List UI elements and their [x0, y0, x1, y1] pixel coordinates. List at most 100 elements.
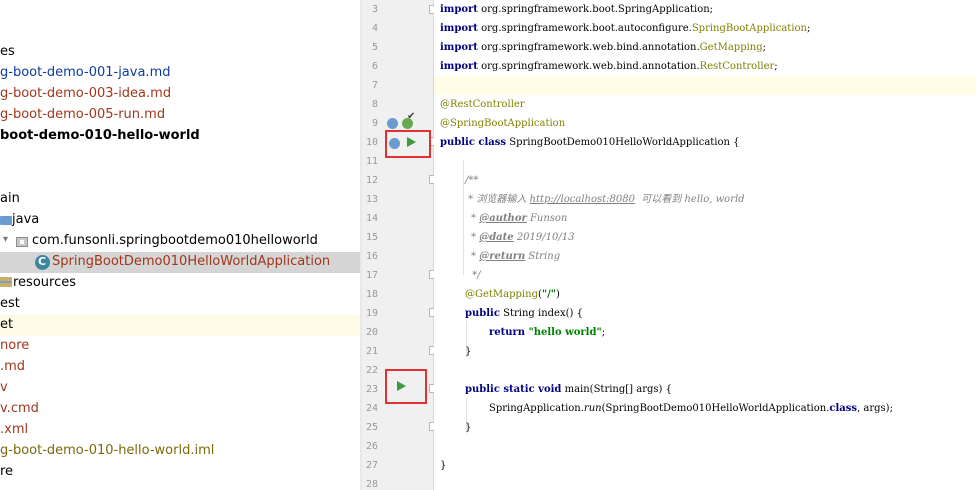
javadoc-line: * @date 2019/10/13	[471, 228, 574, 247]
javadoc-star: *	[471, 251, 480, 262]
class-declaration: public class SpringBootDemo010HelloWorld…	[440, 133, 740, 152]
line-number: 27	[365, 460, 378, 471]
tree-item-external[interactable]: re	[0, 462, 360, 483]
line-number: 9	[371, 118, 378, 129]
string-literal: "/"	[541, 289, 556, 300]
keyword: class	[829, 403, 858, 414]
tree-item[interactable]: g-boot-demo-005-run.md	[0, 105, 360, 126]
tree-item-class-selected[interactable]: SpringBootDemo010HelloWorldApplication	[0, 252, 360, 273]
line-number: 6	[371, 61, 378, 72]
tree-item-module[interactable]: boot-demo-010-hello-world	[0, 126, 360, 147]
line-number: 8	[371, 99, 378, 110]
tree-item-label: SpringBootDemo010HelloWorldApplication	[52, 254, 331, 269]
indent-guide	[463, 160, 464, 275]
line-number: 28	[365, 479, 378, 490]
line-number: 13	[365, 194, 378, 205]
code-text: org.springframework.boot.autoconfigure.	[477, 23, 692, 34]
tree-item-label: g-boot-demo-010-hello-world.iml	[0, 443, 215, 458]
code-text: , args);	[857, 403, 893, 414]
javadoc-text: String	[525, 251, 561, 262]
tree-item-label: g-boot-demo-003-idea.md	[0, 86, 172, 101]
tree-item-label: java	[12, 212, 40, 227]
annotation-ref: RestController	[699, 61, 775, 72]
annotation-ref: SpringBootApplication	[691, 23, 807, 34]
code-text: (SpringBootDemo010HelloWorldApplication.	[601, 403, 830, 414]
spring-bean-icon[interactable]	[387, 118, 398, 129]
highlight-box-class-run	[385, 130, 431, 158]
tree-item-label: g-boot-demo-001-java.md	[0, 65, 171, 80]
annotation-line: @SpringBootApplication	[440, 118, 566, 129]
tree-item-target[interactable]: et	[0, 315, 360, 336]
tree-item-main[interactable]: ain	[0, 189, 360, 210]
tree-item-label: v	[0, 380, 8, 395]
line-number: 20	[365, 327, 378, 338]
line-number: 16	[365, 251, 378, 262]
tree-item-pom[interactable]: .xml	[0, 420, 360, 441]
tree-item-label: et	[0, 317, 14, 332]
keyword: import	[440, 42, 478, 53]
tree-item[interactable]: es	[0, 42, 360, 63]
javadoc-text: * 浏览器输入	[465, 194, 530, 205]
line-number: 26	[365, 441, 378, 452]
class-icon	[35, 255, 50, 270]
line-number: 3	[371, 4, 378, 15]
tree-item-test[interactable]: est	[0, 294, 360, 315]
code-text: org.springframework.web.bind.annotation.	[477, 42, 700, 53]
keyword: public static void	[465, 384, 562, 395]
keyword: import	[440, 4, 478, 15]
tree-item-iml[interactable]: g-boot-demo-010-hello-world.iml	[0, 441, 360, 462]
line-number: 11	[365, 156, 378, 167]
tree-item-label: boot-demo-010-hello-world	[0, 128, 200, 143]
tree-item-mvnw[interactable]: v	[0, 378, 360, 399]
project-tree: es g-boot-demo-001-java.md g-boot-demo-0…	[0, 0, 360, 490]
line-number: 5	[371, 42, 378, 53]
code-line: import org.springframework.boot.autoconf…	[440, 19, 810, 38]
chevron-down-icon[interactable]: ▾	[3, 234, 8, 245]
code-text: ;	[762, 42, 767, 53]
tree-item-gitignore[interactable]: nore	[0, 336, 360, 357]
code-brace: }	[465, 422, 472, 433]
javadoc-link[interactable]: http://localhost:8080	[530, 194, 635, 205]
javadoc-tag: @return	[479, 251, 526, 262]
code-line: import org.springframework.boot.SpringAp…	[440, 0, 713, 19]
current-line-highlight	[434, 76, 976, 95]
keyword: import	[440, 61, 478, 72]
tree-item-label: .md	[0, 359, 26, 374]
line-number: 7	[371, 80, 378, 91]
annotation-line: @RestController	[440, 99, 525, 110]
tree-item-label: com.funsonli.springbootdemo010helloworld	[32, 233, 318, 248]
run-statement: SpringApplication.run(SpringBootDemo010H…	[489, 399, 893, 418]
editor-gutter	[362, 0, 434, 490]
code-line: import org.springframework.web.bind.anno…	[440, 38, 766, 57]
tree-item-label: v.cmd	[0, 401, 39, 416]
tree-item[interactable]: g-boot-demo-001-java.md	[0, 63, 360, 84]
tree-item-resources[interactable]: resources	[0, 273, 360, 294]
tree-item-package[interactable]: ▾ com.funsonli.springbootdemo010hellowor…	[0, 231, 360, 252]
javadoc-tag: @author	[479, 213, 527, 224]
line-number: 22	[365, 365, 378, 376]
code-text: SpringBootDemo010HelloWorldApplication {	[506, 137, 740, 148]
line-number: 21	[365, 346, 378, 357]
tree-item-label: nore	[0, 338, 30, 353]
main-method-declaration: public static void main(String[] args) {	[465, 380, 672, 399]
tree-item-label: re	[0, 464, 14, 479]
code-line: import org.springframework.web.bind.anno…	[440, 57, 778, 76]
javadoc-tag: @date	[479, 232, 514, 243]
tree-item-readme[interactable]: .md	[0, 357, 360, 378]
code-text: org.springframework.web.bind.annotation.	[477, 61, 700, 72]
line-number: 24	[365, 403, 378, 414]
code-text: org.springframework.boot.SpringApplicati…	[477, 4, 714, 15]
method-annotation: @GetMapping("/")	[465, 285, 560, 304]
javadoc-text: 可以看到 hello, world	[634, 194, 745, 205]
tree-item[interactable]: g-boot-demo-003-idea.md	[0, 84, 360, 105]
line-number: 14	[365, 213, 378, 224]
keyword: public class	[440, 137, 507, 148]
tree-item-label: .xml	[0, 422, 29, 437]
line-number: 10	[365, 137, 378, 148]
line-number: 25	[365, 422, 378, 433]
keyword: return	[489, 327, 526, 338]
tree-item-java[interactable]: java	[0, 210, 360, 231]
annotation: @GetMapping	[465, 289, 538, 300]
code-text: )	[555, 289, 560, 300]
tree-item-mvnw-cmd[interactable]: v.cmd	[0, 399, 360, 420]
